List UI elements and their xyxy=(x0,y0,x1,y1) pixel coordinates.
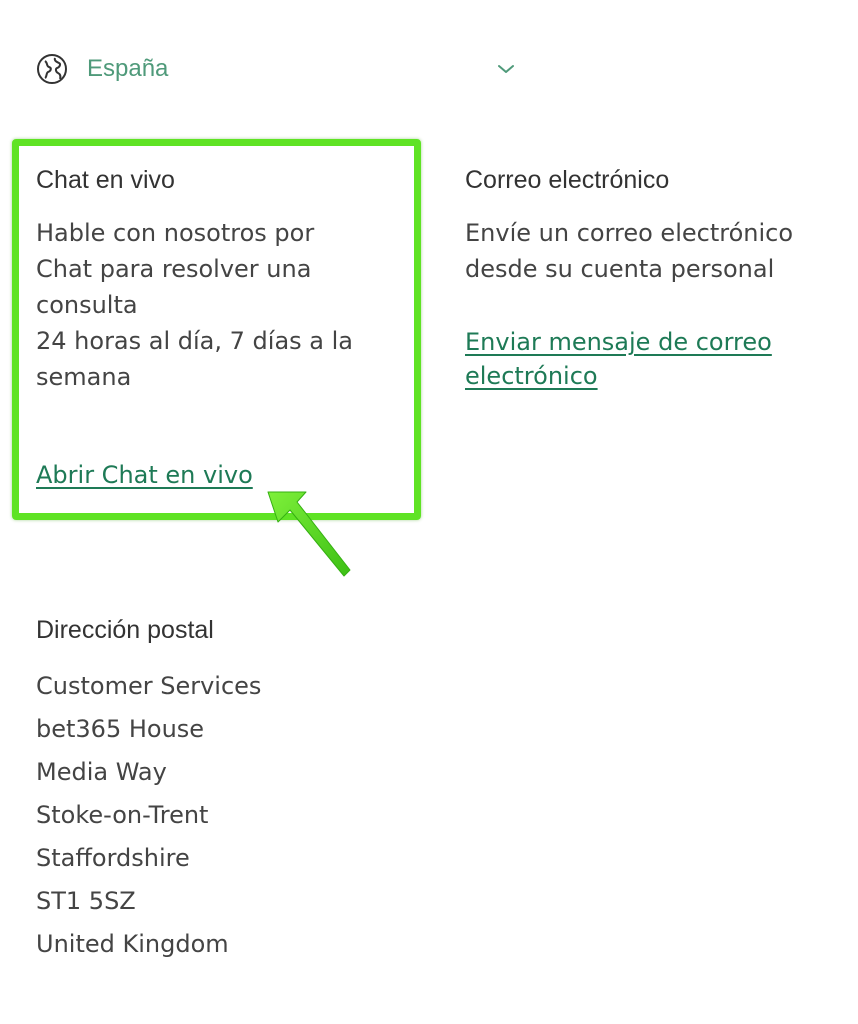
email-description: Envíe un correo electrónico desde su cue… xyxy=(465,219,794,283)
address-line: bet365 House xyxy=(36,715,205,743)
globe-icon xyxy=(37,54,67,84)
address-line: Media Way xyxy=(36,758,167,786)
address-line: ST1 5SZ xyxy=(36,887,136,915)
live-chat-description: Hable con nosotros por Chat para resolve… xyxy=(36,219,353,391)
chevron-down-icon xyxy=(498,65,514,73)
pointer-arrow-icon xyxy=(267,491,351,577)
postal-address: Customer Services bet365 House Media Way… xyxy=(36,665,261,966)
open-live-chat-link[interactable]: Abrir Chat en vivo xyxy=(36,458,253,492)
send-email-link[interactable]: Enviar mensaje de correo electrónico xyxy=(465,325,772,393)
postal-title: Dirección postal xyxy=(36,616,214,644)
email-title: Correo electrónico xyxy=(465,166,670,194)
address-line: Stoke-on-Trent xyxy=(36,801,209,829)
live-chat-title: Chat en vivo xyxy=(36,166,175,194)
country-label: España xyxy=(87,55,169,82)
address-line: Customer Services xyxy=(36,672,262,700)
country-selector[interactable]: España xyxy=(36,50,521,88)
address-line: United Kingdom xyxy=(36,930,229,958)
address-line: Staffordshire xyxy=(36,844,190,872)
